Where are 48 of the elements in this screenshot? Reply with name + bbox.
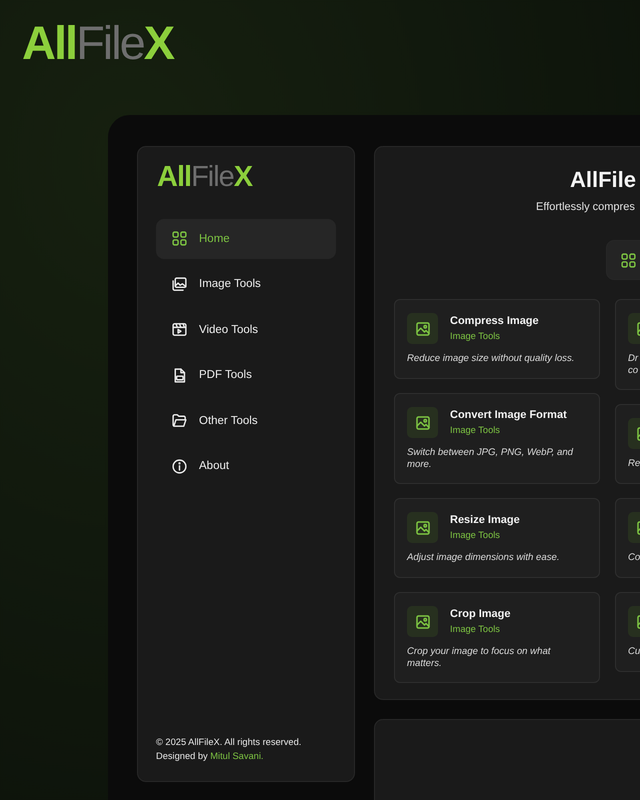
video-icon bbox=[171, 321, 188, 338]
sidebar-item[interactable]: Other Tools bbox=[156, 401, 336, 440]
card-description: Co bbox=[628, 552, 640, 564]
card-description: Re bbox=[628, 458, 640, 470]
sidebar-item[interactable]: Image Tools bbox=[156, 264, 336, 304]
category-tab[interactable] bbox=[606, 240, 640, 280]
card-description: Adjust image dimensions with ease. bbox=[407, 552, 561, 564]
card-title: Compress Image bbox=[450, 315, 539, 327]
tool-card[interactable]: Resize Image Image Tools Adjust image dimensions with ease. bbox=[394, 498, 600, 578]
card-category: Image Tools bbox=[450, 530, 501, 540]
author-link[interactable]: Mitul Savani. bbox=[210, 751, 264, 761]
tool-card[interactable]: Co bbox=[615, 498, 640, 578]
image-icon bbox=[414, 612, 432, 630]
image-icon bbox=[414, 518, 432, 536]
info-icon bbox=[171, 458, 188, 475]
card-title: Convert Image Format bbox=[450, 409, 567, 421]
card-title: Crop Image bbox=[450, 608, 511, 620]
tool-card[interactable]: Crop Image Image Tools Crop your image to focus on what matters. bbox=[394, 592, 600, 683]
image-icon bbox=[414, 414, 432, 432]
logo: AllFileX bbox=[157, 161, 252, 193]
page-subtitle: Effortlessly compres bbox=[536, 201, 636, 213]
image-icon bbox=[414, 320, 432, 338]
tool-card[interactable]: Cu bbox=[615, 592, 640, 672]
logo: AllFileX bbox=[22, 21, 174, 65]
sidebar-item[interactable]: PDF Tools bbox=[156, 356, 336, 395]
card-category: Image Tools bbox=[450, 331, 501, 341]
card-description: Cu bbox=[628, 646, 640, 658]
card-category: Image Tools bbox=[450, 624, 501, 634]
copyright-text: © 2025 AllFileX. All rights reserved. bbox=[156, 737, 302, 747]
sidebar-item[interactable]: Video Tools bbox=[156, 310, 336, 350]
images-icon bbox=[171, 276, 188, 293]
tool-card[interactable]: Re bbox=[615, 404, 640, 484]
card-description: Reduce image size without quality loss. bbox=[407, 353, 576, 365]
card-description: Dr co bbox=[628, 353, 640, 377]
card-description: Crop your image to focus on what matters. bbox=[407, 646, 552, 670]
tool-card[interactable]: Compress Image Image Tools Reduce image size without quality loss. bbox=[394, 299, 600, 379]
folder-icon bbox=[171, 412, 188, 430]
card-description: Switch between JPG, PNG, WebP, and more. bbox=[407, 447, 574, 471]
designer-credit: Designed by Mitul Savani. bbox=[156, 751, 264, 761]
tool-card[interactable]: Dr co bbox=[615, 299, 640, 390]
card-title: Resize Image bbox=[450, 514, 520, 526]
tool-card[interactable]: Convert Image Format Image Tools Switch between JPG, PNG, WebP, and more. bbox=[394, 393, 600, 484]
page-title: AllFile bbox=[570, 167, 638, 193]
grid-icon bbox=[171, 230, 188, 248]
grid-icon bbox=[620, 252, 637, 268]
sidebar-item[interactable]: Home bbox=[156, 219, 336, 258]
card-category: Image Tools bbox=[450, 425, 501, 435]
sidebar-item[interactable]: About bbox=[156, 446, 336, 486]
